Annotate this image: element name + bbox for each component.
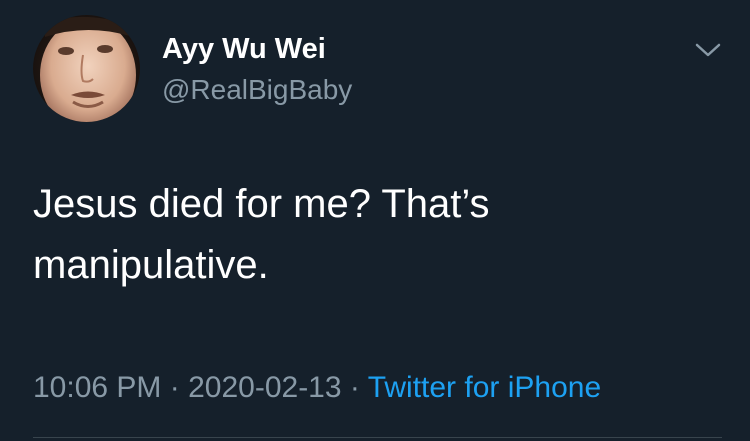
tweet-date[interactable]: 2020-02-13: [188, 371, 341, 404]
tweet-card: Ayy Wu Wei @RealBigBaby Jesus died for m…: [0, 0, 750, 441]
chevron-down-icon[interactable]: [694, 40, 722, 62]
meta-separator: ·: [161, 371, 189, 404]
author-handle[interactable]: @RealBigBaby: [162, 74, 352, 106]
author-name[interactable]: Ayy Wu Wei: [162, 32, 326, 66]
tweet-time[interactable]: 10:06 PM: [33, 371, 161, 404]
avatar[interactable]: [33, 15, 140, 122]
tweet-text: Jesus died for me? That’s manipulative.: [33, 182, 490, 287]
tweet-source-link[interactable]: Twitter for iPhone: [368, 371, 601, 404]
divider: [33, 437, 722, 438]
tweet-meta: 10:06 PM · 2020-02-13 · Twitter for iPho…: [33, 370, 601, 406]
meta-separator: ·: [341, 371, 368, 404]
